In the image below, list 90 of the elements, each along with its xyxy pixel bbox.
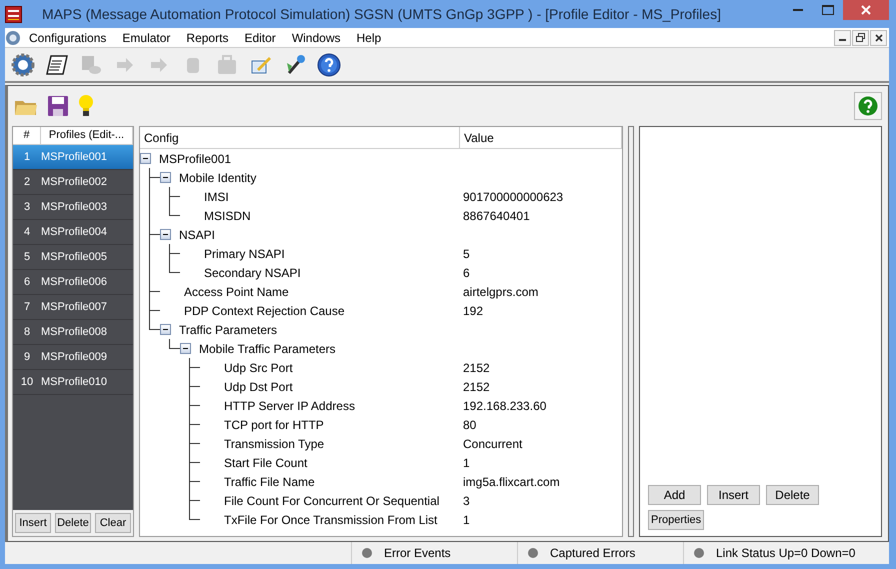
tree-label[interactable]: NSAPI [175, 226, 216, 244]
list-action-button[interactable]: Insert [707, 485, 760, 505]
menu-item[interactable]: Configurations [21, 28, 114, 46]
column-header[interactable]: Value [460, 127, 622, 148]
status-indicator-icon [694, 548, 704, 558]
tree-value: 192 [462, 302, 484, 320]
profile-row[interactable]: 10 MSProfile010 [13, 370, 133, 395]
minimize-button[interactable] [834, 30, 851, 46]
properties-button[interactable]: Properties [648, 510, 704, 530]
profile-action-button[interactable]: Clear [95, 513, 131, 533]
tree-value: 3 [462, 492, 470, 510]
menu-item[interactable]: Reports [178, 28, 236, 46]
tree-label[interactable]: Transmission Type [220, 434, 324, 452]
profile-row[interactable]: 7 MSProfile007 [13, 295, 133, 320]
column-header[interactable]: # [13, 127, 41, 144]
tree-label[interactable]: PDP Context Rejection Cause [180, 302, 345, 320]
tree-label[interactable]: Traffic Parameters [175, 320, 278, 338]
expand-toggle[interactable] [180, 343, 191, 354]
lightbulb-icon[interactable] [78, 94, 94, 118]
close-icon [861, 5, 871, 15]
help-icon [858, 96, 878, 116]
tree-value: 8867640401 [462, 208, 530, 224]
save-icon[interactable] [48, 96, 68, 116]
tree-label[interactable]: MSProfile001 [155, 150, 232, 168]
profile-action-button[interactable]: Insert [15, 513, 51, 533]
tree-label[interactable]: IMSI [200, 188, 229, 206]
document-icon[interactable] [45, 52, 69, 76]
profile-row[interactable]: 1 MSProfile001 [13, 145, 133, 170]
menu-item[interactable]: Emulator [114, 28, 178, 46]
close-button[interactable] [870, 30, 887, 46]
status-text: Error Events [384, 545, 451, 562]
tree-label[interactable]: File Count For Concurrent Or Sequential [220, 492, 440, 510]
tree-value: 901700000000623 [462, 188, 564, 206]
column-header[interactable]: Config [140, 127, 460, 148]
expand-toggle[interactable] [160, 172, 171, 183]
help-icon[interactable] [317, 52, 341, 76]
restore-icon [856, 33, 865, 42]
tree-value: 1 [462, 454, 470, 472]
tree-label[interactable]: Udp Src Port [220, 358, 293, 376]
window-title: MAPS (Message Automation Protocol Simulation) SGSN (UMTS GnGp 3GPP ) - [Profile Editor - MS_Profiles] [42, 4, 721, 24]
tree-value: 6 [462, 264, 470, 282]
tree-label[interactable]: Traffic File Name [220, 472, 315, 490]
tree-value: 2152 [462, 360, 490, 376]
help-button[interactable] [854, 92, 882, 120]
gear-icon[interactable] [11, 52, 35, 76]
tree-value: 1 [462, 512, 470, 528]
tree-value: 80 [462, 416, 476, 434]
profile-row[interactable]: 5 MSProfile005 [13, 245, 133, 270]
expand-toggle[interactable] [160, 229, 171, 240]
tree-label[interactable]: TxFile For Once Transmission From List [220, 510, 438, 528]
tree-label[interactable]: Secondary NSAPI [200, 264, 301, 282]
app-logo-icon [5, 6, 22, 22]
tree-label[interactable]: TCP port for HTTP [220, 416, 324, 434]
tree-label[interactable]: Access Point Name [180, 282, 289, 300]
status-indicator-icon [362, 548, 372, 558]
menu-item[interactable]: Windows [284, 28, 348, 46]
tree-value: 2152 [462, 378, 490, 396]
tree-value: airtelgprs.com [462, 284, 538, 300]
menu-item[interactable]: Editor [236, 28, 284, 46]
tree-label[interactable]: HTTP Server IP Address [220, 396, 355, 414]
tree-label[interactable]: Udp Dst Port [220, 378, 293, 396]
app-gear-icon[interactable] [5, 30, 21, 46]
tree-label[interactable]: Start File Count [220, 454, 308, 472]
status-text: Captured Errors [550, 545, 636, 562]
maximize-icon [822, 5, 834, 15]
tree-value: 5 [462, 246, 470, 262]
restore-button[interactable] [852, 30, 869, 46]
profile-row[interactable]: 6 MSProfile006 [13, 270, 133, 295]
tree-label[interactable]: Mobile Traffic Parameters [195, 340, 336, 358]
profile-row[interactable]: 2 MSProfile002 [13, 170, 133, 195]
tree-label[interactable]: Mobile Identity [175, 168, 256, 186]
list-action-button[interactable]: Delete [766, 485, 819, 505]
column-header[interactable]: Profiles (Edit-... [41, 127, 133, 144]
profile-action-button[interactable]: Delete [55, 513, 91, 533]
profile-row[interactable]: 9 MSProfile009 [13, 345, 133, 370]
tree-label[interactable]: Primary NSAPI [200, 244, 285, 262]
status-text: Link Status Up=0 Down=0 [716, 545, 856, 562]
profile-row[interactable]: 4 MSProfile004 [13, 220, 133, 245]
close-icon [874, 34, 882, 42]
expand-toggle[interactable] [160, 324, 171, 335]
expand-toggle[interactable] [140, 153, 151, 164]
menu-item[interactable]: Help [348, 28, 390, 46]
tree-value: Concurrent [462, 436, 522, 452]
profile-row[interactable]: 3 MSProfile003 [13, 195, 133, 220]
profile-row[interactable]: 8 MSProfile008 [13, 320, 133, 345]
tree-label[interactable]: MSISDN [200, 206, 251, 224]
tree-value: img5a.flixcart.com [462, 474, 560, 490]
status-indicator-icon [528, 548, 538, 558]
list-action-button[interactable]: Add [648, 485, 701, 505]
tree-value: 192.168.233.60 [462, 398, 546, 414]
